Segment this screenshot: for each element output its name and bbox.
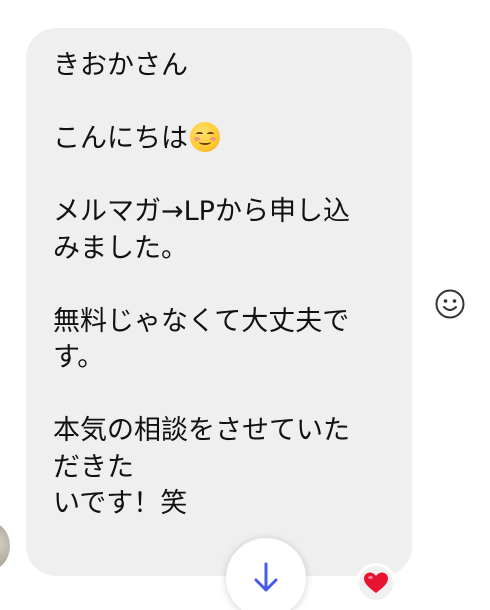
heart-reaction-badge[interactable] xyxy=(356,563,396,603)
message-line: 本気の相談をさせていた xyxy=(53,415,350,446)
message-line: だきた xyxy=(53,451,134,483)
message-line: す。 xyxy=(53,342,105,373)
smiling-face-emoji-icon xyxy=(190,122,220,152)
message-line: いです！笑 xyxy=(53,488,188,519)
message-line: 無料じゃなくて大丈夫で xyxy=(53,305,350,337)
sender-avatar[interactable] xyxy=(0,522,10,570)
message-line: こんにちは xyxy=(53,121,388,158)
chat-screen: きおかさん こんにちは メルマガ→LPから申し込 みました。 無料じゃなくて大丈… xyxy=(0,0,490,610)
scroll-to-bottom-button[interactable] xyxy=(226,538,306,610)
message-line: みました。 xyxy=(53,232,188,264)
message-bubble[interactable]: きおかさん こんにちは メルマガ→LPから申し込 みました。 無料じゃなくて大丈… xyxy=(26,28,412,576)
message-line: メルマガ→LPから申し込 xyxy=(53,196,350,227)
add-reaction-smiley-icon[interactable] xyxy=(434,288,466,320)
arrow-down-icon xyxy=(254,562,278,592)
message-line-text: こんにちは xyxy=(53,123,188,154)
message-line: きおかさん xyxy=(53,50,188,81)
heart-icon xyxy=(364,572,388,593)
